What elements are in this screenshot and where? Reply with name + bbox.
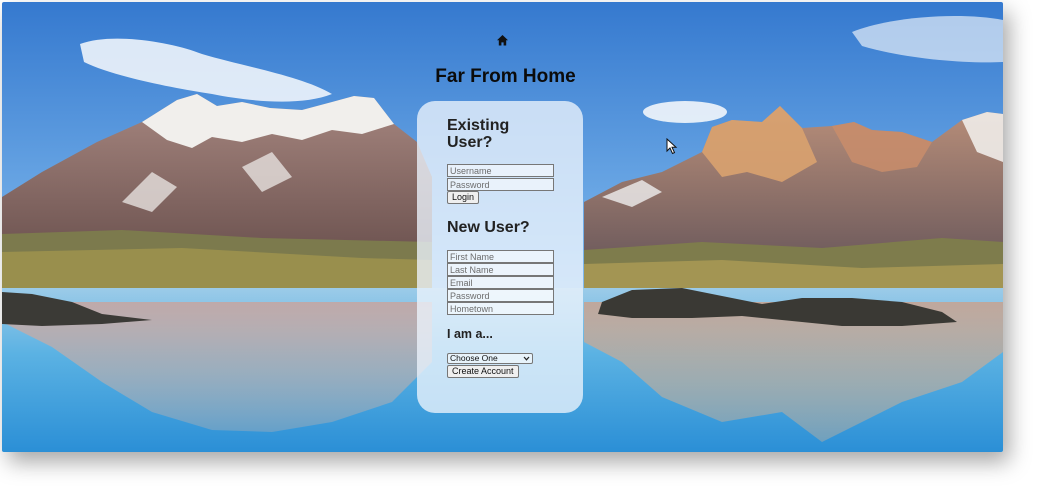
create-account-button[interactable]: Create Account: [447, 365, 519, 378]
signup-password-input[interactable]: [447, 289, 554, 302]
existing-user-heading: Existing User?: [447, 117, 510, 151]
home-icon[interactable]: [496, 34, 509, 47]
new-user-heading: New User?: [447, 219, 530, 236]
hometown-input[interactable]: [447, 302, 554, 315]
role-select[interactable]: Choose One: [447, 353, 533, 364]
username-input[interactable]: [447, 164, 554, 177]
login-button[interactable]: Login: [447, 191, 480, 204]
site-title: Far From Home: [435, 66, 576, 87]
login-signup-card: Existing User? Login New User? I am a...…: [417, 101, 583, 413]
role-select-value: Choose One: [450, 353, 498, 363]
first-name-input[interactable]: [447, 250, 554, 263]
last-name-input[interactable]: [447, 263, 554, 276]
email-input[interactable]: [447, 276, 554, 289]
role-label: I am a...: [447, 327, 493, 341]
browser-viewport: Far From Home Existing User? Login New U…: [2, 2, 1003, 452]
mouse-cursor-icon: [666, 138, 678, 155]
login-password-input[interactable]: [447, 178, 554, 191]
chevron-down-icon: [523, 356, 530, 361]
